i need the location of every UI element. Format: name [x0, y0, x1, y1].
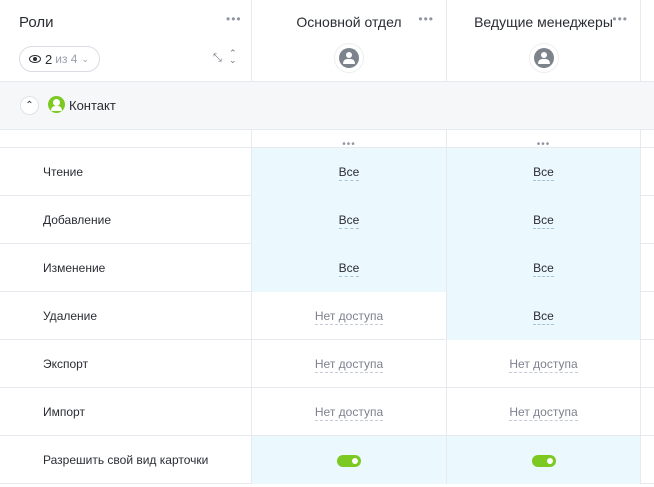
permission-cell[interactable]: Нет доступа	[252, 340, 447, 388]
permission-cell[interactable]: Нет доступа	[252, 388, 447, 436]
collapse-columns-icon[interactable]: ⤡	[213, 52, 222, 64]
contact-icon	[48, 96, 65, 113]
table-row: Изменение Все Все	[0, 244, 654, 292]
table-row: Экспорт Нет доступа Нет доступа	[0, 340, 654, 388]
section-contact: ⌃ Контакт	[0, 82, 654, 130]
section-title: Контакт	[69, 98, 116, 113]
permission-value[interactable]: Все	[533, 165, 554, 181]
permission-cell[interactable]: Нет доступа	[252, 292, 447, 340]
permission-label: Добавление	[0, 196, 252, 244]
roles-more-icon[interactable]: •••	[226, 13, 242, 25]
permission-value[interactable]: Все	[533, 213, 554, 229]
section-actions-row: ••• •••	[0, 130, 654, 150]
visible-count: 2	[45, 51, 53, 67]
table-row: Чтение Все Все	[0, 148, 654, 196]
permission-value[interactable]: Все	[338, 213, 360, 229]
table-row: Импорт Нет доступа Нет доступа	[0, 388, 654, 436]
column-header-lead-managers: Ведущие менеджеры •••	[447, 0, 641, 82]
permission-value[interactable]: Все	[533, 309, 554, 325]
permission-value[interactable]: Нет доступа	[509, 405, 578, 421]
permission-cell[interactable]: Все	[447, 244, 641, 292]
permission-label: Импорт	[0, 388, 252, 436]
column-header-main-department: Основной отдел •••	[252, 0, 447, 82]
permission-label: Удаление	[0, 292, 252, 340]
permission-value[interactable]: Нет доступа	[314, 309, 384, 325]
toggle-switch[interactable]	[531, 454, 556, 467]
roles-header-cell: Роли ••• 2 из 4 ⌄ ⤡ ⌃ ⌄	[0, 0, 252, 82]
permission-label: Чтение	[0, 148, 252, 196]
chevron-down-icon: ⌄	[81, 53, 89, 64]
group-icon[interactable]	[528, 43, 559, 73]
table-row: Разрешить свой вид карточки	[0, 436, 654, 484]
permission-cell[interactable]: Нет доступа	[447, 388, 641, 436]
eye-icon	[29, 55, 41, 63]
permission-label: Разрешить свой вид карточки	[0, 436, 252, 484]
column-title: Основной отдел	[296, 14, 402, 30]
permission-cell[interactable]: Все	[252, 196, 447, 244]
permission-cell[interactable]: Нет доступа	[447, 340, 641, 388]
permission-value[interactable]: Нет доступа	[509, 357, 578, 373]
table-row: Удаление Нет доступа Все	[0, 292, 654, 340]
permission-label: Экспорт	[0, 340, 252, 388]
roles-title: Роли	[19, 14, 54, 31]
permission-label: Изменение	[0, 244, 252, 292]
group-icon[interactable]	[334, 43, 364, 73]
visible-of: из 4	[55, 52, 78, 66]
permission-value[interactable]: Нет доступа	[314, 357, 384, 373]
table-row: Добавление Все Все	[0, 196, 654, 244]
permission-cell[interactable]: Все	[447, 196, 641, 244]
visible-roles-selector[interactable]: 2 из 4 ⌄	[19, 46, 100, 72]
roles-header: Роли ••• 2 из 4 ⌄ ⤡ ⌃ ⌄ Основной отдел ••…	[0, 0, 654, 82]
permission-cell[interactable]: Все	[252, 244, 447, 292]
permission-value[interactable]: Нет доступа	[314, 405, 384, 421]
permission-value[interactable]: Все	[338, 261, 360, 277]
permission-cell[interactable]: Все	[252, 148, 447, 196]
column-more-icon[interactable]: •••	[418, 13, 434, 25]
toggle-switch[interactable]	[337, 454, 361, 467]
column-more-icon[interactable]: •••	[612, 13, 628, 25]
column-header-partial	[641, 0, 654, 82]
permission-value[interactable]: Все	[338, 165, 360, 181]
chevron-up-icon[interactable]: ⌃	[20, 96, 39, 115]
permission-cell[interactable]: Все	[447, 148, 641, 196]
permission-cell[interactable]: Все	[447, 292, 641, 340]
sort-icon[interactable]: ⌃ ⌄	[229, 49, 237, 65]
permission-cell[interactable]	[447, 436, 641, 484]
permission-cell[interactable]	[252, 436, 447, 484]
column-title: Ведущие менеджеры	[474, 14, 613, 30]
permission-value[interactable]: Все	[533, 261, 554, 277]
